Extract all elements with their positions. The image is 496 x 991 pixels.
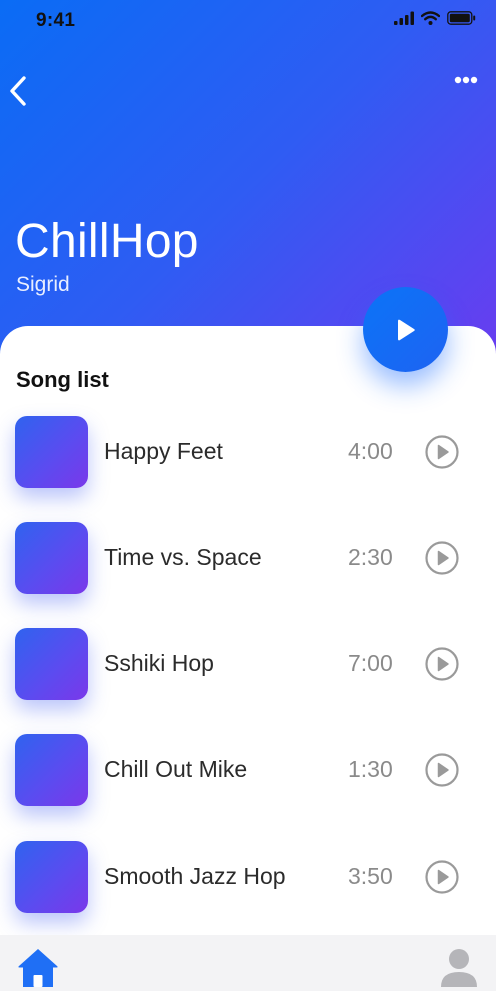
song-duration: 4:00: [348, 438, 393, 464]
more-options-button[interactable]: [448, 68, 484, 92]
play-icon: [397, 319, 415, 340]
song-thumbnail: [15, 734, 88, 806]
profile-icon: [441, 949, 477, 987]
song-thumbnail: [15, 841, 88, 913]
play-circle-icon[interactable]: [425, 647, 459, 681]
song-title: Sshiki Hop: [104, 650, 214, 676]
song-duration: 3:50: [348, 863, 393, 889]
home-icon: [18, 949, 58, 987]
more-horizontal-icon: [454, 76, 478, 84]
song-list-title: Song list: [16, 367, 109, 392]
song-row[interactable]: Happy Feet 4:00: [0, 416, 496, 490]
wifi-icon: [421, 11, 440, 25]
battery-icon: [447, 11, 476, 25]
song-row[interactable]: Smooth Jazz Hop 3:50: [0, 841, 496, 915]
song-row[interactable]: Time vs. Space 2:30: [0, 522, 496, 596]
home-tab[interactable]: [16, 946, 60, 990]
bottom-tab-bar: [0, 935, 496, 991]
song-thumbnail: [15, 416, 88, 488]
play-circle-icon[interactable]: [425, 435, 459, 469]
artist-name: Sigrid: [16, 273, 70, 296]
song-row[interactable]: Sshiki Hop 7:00: [0, 628, 496, 702]
album-title: ChillHop: [15, 215, 199, 268]
play-circle-icon[interactable]: [425, 753, 459, 787]
status-icons: [394, 11, 476, 25]
song-title: Happy Feet: [104, 438, 223, 464]
song-duration: 1:30: [348, 756, 393, 782]
back-button[interactable]: [6, 74, 34, 108]
signal-icon: [394, 11, 414, 25]
status-time: 9:41: [36, 10, 76, 31]
song-duration: 2:30: [348, 544, 393, 570]
song-thumbnail: [15, 628, 88, 700]
status-bar: 9:41: [0, 0, 496, 40]
profile-tab[interactable]: [437, 945, 481, 989]
play-all-button[interactable]: [363, 287, 448, 372]
play-circle-icon[interactable]: [425, 860, 459, 894]
song-duration: 7:00: [348, 650, 393, 676]
song-title: Smooth Jazz Hop: [104, 863, 286, 889]
chevron-left-icon: [10, 76, 26, 106]
play-circle-icon[interactable]: [425, 541, 459, 575]
song-thumbnail: [15, 522, 88, 594]
song-title: Time vs. Space: [104, 544, 262, 570]
song-row[interactable]: Chill Out Mike 1:30: [0, 734, 496, 808]
song-title: Chill Out Mike: [104, 756, 248, 782]
